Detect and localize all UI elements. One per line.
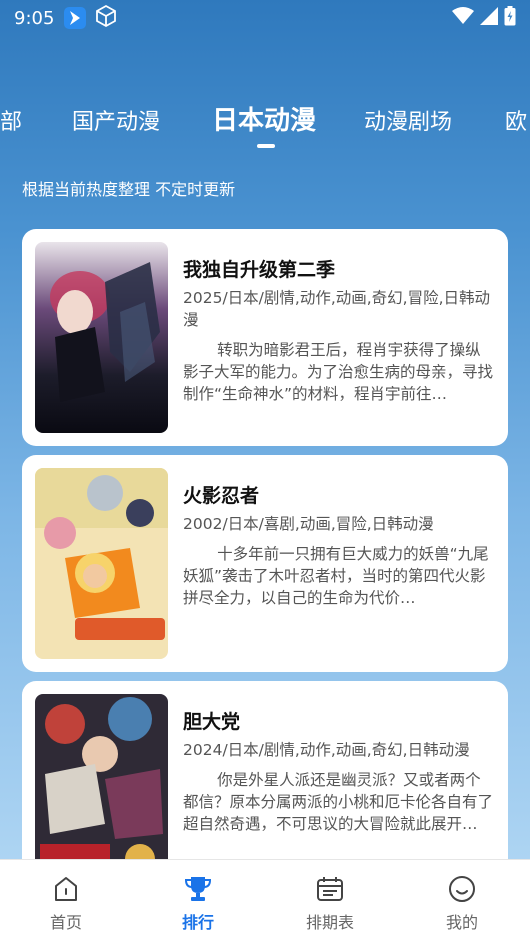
nav-ranking[interactable]: 排行: [132, 860, 264, 942]
trophy-icon: [183, 874, 213, 904]
tab-chinese-anime[interactable]: 国产动漫: [72, 104, 160, 136]
cell-signal-icon: [480, 7, 498, 29]
status-left-icons: [64, 4, 118, 32]
item-description: 转职为暗影君王后，程肖宇获得了操纵影子大军的能力。为了治愈生病的母亲，寻找制作“…: [183, 341, 494, 403]
item-title: 我独自升级第二季: [183, 259, 336, 281]
smiley-icon: [447, 874, 477, 904]
status-time: 9:05: [14, 7, 55, 29]
app-notification-icon: [64, 7, 87, 29]
list-item[interactable]: 火影忍者 2002/日本/喜剧,动画,冒险,日韩动漫 十多年前一只拥有巨大威力的…: [22, 455, 508, 672]
nav-ranking-label: 排行: [181, 913, 214, 932]
item-description: 你是外星人派还是幽灵派？又或者两个都信？原本分属两派的小桃和厄卡伦各自有了超自然…: [183, 771, 494, 833]
item-info: 我独自升级第二季 2025/日本/剧情,动作,动画,奇幻,冒险,日韩动漫 转职为…: [183, 257, 494, 405]
item-meta: 2025/日本/剧情,动作,动画,奇幻,冒险,日韩动漫: [183, 289, 491, 329]
tab-japanese-anime[interactable]: 日本动漫: [212, 100, 316, 137]
nav-home-label: 首页: [49, 913, 82, 932]
item-title: 火影忍者: [183, 485, 260, 507]
item-info: 胆大党 2024/日本/剧情,动作,动画,奇幻,日韩动漫 你是外星人派还是幽灵派…: [183, 709, 494, 835]
list-item[interactable]: 我独自升级第二季 2025/日本/剧情,动作,动画,奇幻,冒险,日韩动漫 转职为…: [22, 229, 508, 446]
tab-anime-theater[interactable]: 动漫剧场: [364, 104, 452, 136]
battery-icon: [504, 6, 516, 30]
cube-icon: [94, 4, 118, 32]
nav-home[interactable]: 首页: [0, 860, 132, 942]
item-meta: 2024/日本/剧情,动作,动画,奇幻,日韩动漫: [183, 741, 470, 759]
ranking-list: 我独自升级第二季 2025/日本/剧情,动作,动画,奇幻,冒险,日韩动漫 转职为…: [22, 229, 508, 907]
nav-profile[interactable]: 我的: [396, 860, 528, 942]
tab-western[interactable]: 欧: [505, 104, 527, 136]
nav-schedule-label: 排期表: [305, 913, 354, 932]
ranking-subtitle: 根据当前热度整理 不定时更新: [22, 180, 236, 199]
tab-all[interactable]: 部: [0, 104, 22, 136]
item-info: 火影忍者 2002/日本/喜剧,动画,冒险,日韩动漫 十多年前一只拥有巨大威力的…: [183, 483, 494, 609]
item-description: 十多年前一只拥有巨大威力的妖兽“九尾妖狐”袭击了木叶忍者村，当时的第四代火影拼尽…: [183, 545, 489, 607]
nav-profile-label: 我的: [445, 913, 478, 932]
wifi-icon: [452, 7, 474, 29]
active-tab-indicator: [257, 144, 275, 148]
status-right-icons: [452, 6, 516, 30]
status-bar: 9:05: [0, 0, 530, 36]
poster-image: [35, 242, 168, 433]
calendar-icon: [315, 874, 345, 904]
category-tabs: 部 国产动漫 日本动漫 动漫剧场 欧: [0, 96, 530, 148]
bottom-navigation: 首页 排行 排期表 我的: [0, 859, 530, 942]
home-icon: [51, 874, 81, 904]
item-meta: 2002/日本/喜剧,动画,冒险,日韩动漫: [183, 515, 434, 533]
item-title: 胆大党: [183, 711, 241, 733]
poster-image: [35, 468, 168, 659]
nav-schedule[interactable]: 排期表: [264, 860, 396, 942]
poster-image: [35, 694, 168, 885]
